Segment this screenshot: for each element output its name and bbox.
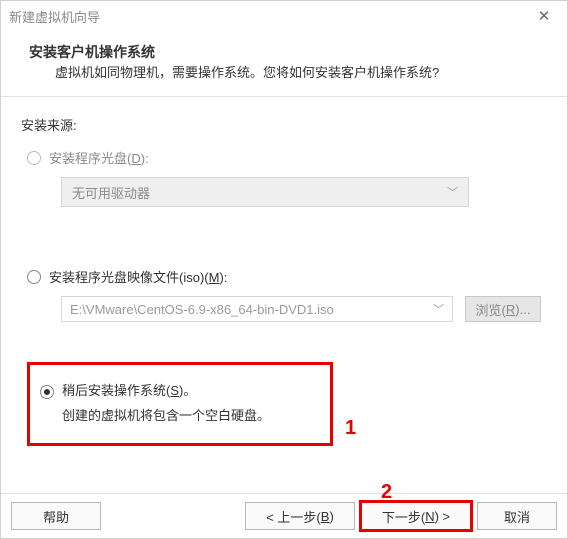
radio-install-later[interactable]: [40, 385, 54, 399]
iso-row: E:\VMware\CentOS-6.9-x86_64-bin-DVD1.iso…: [61, 296, 547, 322]
help-button[interactable]: 帮助: [11, 502, 101, 530]
option-install-later-highlight: 稍后安装操作系统(S)。 创建的虚拟机将包含一个空白硬盘。: [27, 362, 333, 445]
install-source-label: 安装来源:: [21, 115, 547, 134]
cancel-button[interactable]: 取消: [477, 502, 557, 530]
radio-iso-file[interactable]: [27, 270, 41, 284]
option-installer-disc[interactable]: 安装程序光盘(D):: [27, 148, 547, 167]
chevron-down-icon: ﹀: [447, 184, 458, 200]
next-button[interactable]: 下一步(N) >: [361, 502, 471, 530]
option-iso-file-label: 安装程序光盘映像文件(iso)(M):: [49, 267, 227, 286]
back-button[interactable]: < 上一步(B): [245, 502, 355, 530]
window-title: 新建虚拟机向导: [9, 7, 100, 26]
drive-dropdown-value: 无可用驱动器: [72, 183, 150, 202]
close-icon[interactable]: ✕: [529, 7, 559, 25]
chevron-down-icon: ﹀: [433, 301, 444, 317]
option-iso-file[interactable]: 安装程序光盘映像文件(iso)(M):: [27, 267, 547, 286]
wizard-window: 新建虚拟机向导 ✕ 安装客户机操作系统 虚拟机如同物理机，需要操作系统。您将如何…: [0, 0, 568, 539]
option-install-later[interactable]: 稍后安装操作系统(S)。: [40, 379, 318, 404]
option-install-later-label: 稍后安装操作系统(S)。: [62, 379, 196, 404]
wizard-header: 安装客户机操作系统 虚拟机如同物理机，需要操作系统。您将如何安装客户机操作系统?: [1, 31, 567, 96]
browse-button[interactable]: 浏览(R)...: [465, 296, 541, 322]
option-installer-disc-label: 安装程序光盘(D):: [49, 148, 149, 167]
option-install-later-description: 创建的虚拟机将包含一个空白硬盘。: [40, 404, 318, 429]
wizard-footer: 帮助 < 上一步(B) 下一步(N) > 取消: [1, 493, 567, 538]
annotation-1: 1: [345, 417, 356, 440]
iso-path-value: E:\VMware\CentOS-6.9-x86_64-bin-DVD1.iso: [70, 302, 334, 317]
drive-dropdown: 无可用驱动器 ﹀: [61, 177, 469, 207]
header-subtitle: 虚拟机如同物理机，需要操作系统。您将如何安装客户机操作系统?: [29, 63, 547, 84]
radio-installer-disc[interactable]: [27, 151, 41, 165]
titlebar: 新建虚拟机向导 ✕: [1, 1, 567, 31]
iso-path-combobox[interactable]: E:\VMware\CentOS-6.9-x86_64-bin-DVD1.iso…: [61, 296, 453, 322]
wizard-body: 安装来源: 安装程序光盘(D): 无可用驱动器 ﹀ 安装程序光盘映像文件(iso…: [1, 97, 567, 493]
annotation-2: 2: [381, 481, 392, 504]
header-title: 安装客户机操作系统: [29, 41, 547, 63]
